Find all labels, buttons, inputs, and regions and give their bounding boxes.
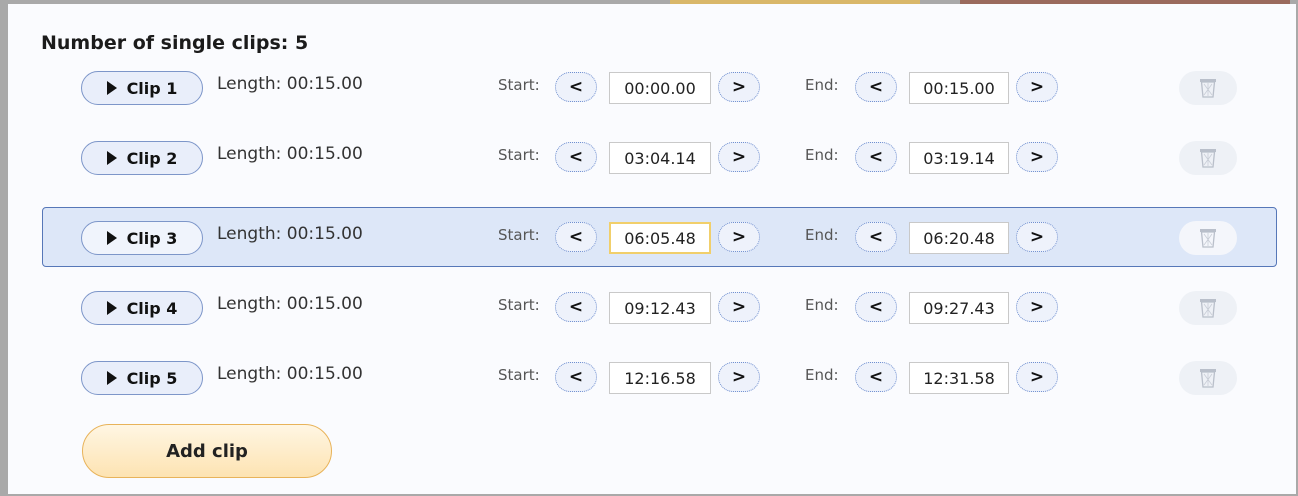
play-clip-button[interactable]: Clip 3 xyxy=(81,221,203,255)
start-decrement-button[interactable]: < xyxy=(555,362,597,392)
start-time-input[interactable]: 00:00.00 xyxy=(609,72,711,104)
play-icon xyxy=(106,151,117,165)
play-icon xyxy=(106,81,117,95)
end-increment-button[interactable]: > xyxy=(1016,292,1058,322)
start-increment-button[interactable]: > xyxy=(718,142,760,172)
end-decrement-button[interactable]: < xyxy=(855,292,897,322)
start-decrement-button[interactable]: < xyxy=(555,222,597,252)
play-clip-button[interactable]: Clip 5 xyxy=(81,361,203,395)
end-time-input[interactable]: 06:20.48 xyxy=(909,222,1009,254)
end-label: End: xyxy=(805,76,839,94)
delete-clip-button[interactable] xyxy=(1179,71,1237,105)
clip-label: Clip 5 xyxy=(126,368,178,388)
start-label: Start: xyxy=(498,296,540,314)
trash-icon xyxy=(1200,229,1216,248)
clip-row: Clip 5 Length: 00:15.00 Start: < 12:16.5… xyxy=(42,347,1277,407)
start-label: Start: xyxy=(498,226,540,244)
end-label: End: xyxy=(805,366,839,384)
end-label: End: xyxy=(805,296,839,314)
clip-row: Clip 4 Length: 00:15.00 Start: < 09:12.4… xyxy=(42,277,1277,337)
clip-length: Length: 00:15.00 xyxy=(217,144,363,164)
play-clip-button[interactable]: Clip 2 xyxy=(81,141,203,175)
end-increment-button[interactable]: > xyxy=(1016,222,1058,252)
trash-icon xyxy=(1200,79,1216,98)
start-decrement-button[interactable]: < xyxy=(555,292,597,322)
clip-label: Clip 3 xyxy=(126,228,178,248)
clip-length: Length: 00:15.00 xyxy=(217,224,363,244)
end-increment-button[interactable]: > xyxy=(1016,362,1058,392)
delete-clip-button[interactable] xyxy=(1179,291,1237,325)
start-time-input[interactable]: 09:12.43 xyxy=(609,292,711,324)
end-decrement-button[interactable]: < xyxy=(855,362,897,392)
play-icon xyxy=(106,231,117,245)
start-time-input[interactable]: 06:05.48 xyxy=(609,222,711,254)
start-label: Start: xyxy=(498,146,540,164)
end-time-input[interactable]: 03:19.14 xyxy=(909,142,1009,174)
end-time-input[interactable]: 12:31.58 xyxy=(909,362,1009,394)
add-clip-button[interactable]: Add clip xyxy=(82,424,332,478)
start-time-input[interactable]: 03:04.14 xyxy=(609,142,711,174)
end-increment-button[interactable]: > xyxy=(1016,142,1058,172)
start-increment-button[interactable]: > xyxy=(718,362,760,392)
start-label: Start: xyxy=(498,76,540,94)
play-icon xyxy=(106,301,117,315)
play-icon xyxy=(106,371,117,385)
end-increment-button[interactable]: > xyxy=(1016,72,1058,102)
trash-icon xyxy=(1200,149,1216,168)
clip-row: Clip 1 Length: 00:15.00 Start: < 00:00.0… xyxy=(42,57,1277,117)
clips-panel: Number of single clips: 5 Clip 1 Length:… xyxy=(8,4,1296,494)
play-clip-button[interactable]: Clip 4 xyxy=(81,291,203,325)
end-label: End: xyxy=(805,226,839,244)
clip-length: Length: 00:15.00 xyxy=(217,364,363,384)
clip-length: Length: 00:15.00 xyxy=(217,74,363,94)
end-decrement-button[interactable]: < xyxy=(855,72,897,102)
end-decrement-button[interactable]: < xyxy=(855,222,897,252)
clip-row-selected[interactable]: Clip 3 Length: 00:15.00 Start: < 06:05.4… xyxy=(42,207,1277,267)
play-clip-button[interactable]: Clip 1 xyxy=(81,71,203,105)
start-label: Start: xyxy=(498,366,540,384)
end-time-input[interactable]: 00:15.00 xyxy=(909,72,1009,104)
end-time-input[interactable]: 09:27.43 xyxy=(909,292,1009,324)
start-increment-button[interactable]: > xyxy=(718,222,760,252)
start-decrement-button[interactable]: < xyxy=(555,142,597,172)
delete-clip-button[interactable] xyxy=(1179,141,1237,175)
delete-clip-button[interactable] xyxy=(1179,361,1237,395)
start-time-input[interactable]: 12:16.58 xyxy=(609,362,711,394)
clip-row: Clip 2 Length: 00:15.00 Start: < 03:04.1… xyxy=(42,127,1277,187)
clip-count-title: Number of single clips: 5 xyxy=(41,32,309,54)
delete-clip-button[interactable] xyxy=(1179,221,1237,255)
start-increment-button[interactable]: > xyxy=(718,292,760,322)
trash-icon xyxy=(1200,369,1216,388)
start-decrement-button[interactable]: < xyxy=(555,72,597,102)
start-increment-button[interactable]: > xyxy=(718,72,760,102)
end-label: End: xyxy=(805,146,839,164)
clip-label: Clip 4 xyxy=(126,298,178,318)
trash-icon xyxy=(1200,299,1216,318)
clip-label: Clip 2 xyxy=(126,148,178,168)
clip-length: Length: 00:15.00 xyxy=(217,294,363,314)
clip-label: Clip 1 xyxy=(126,78,178,98)
end-decrement-button[interactable]: < xyxy=(855,142,897,172)
